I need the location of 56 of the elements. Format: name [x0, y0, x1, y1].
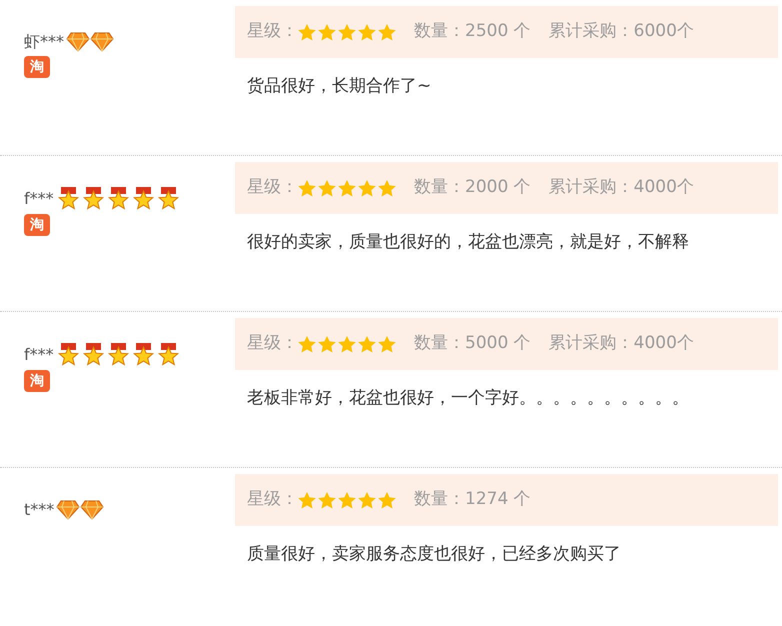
taobao-icon: 淘 — [24, 56, 50, 78]
star-icon — [338, 336, 356, 352]
buyer-name: t*** — [24, 499, 54, 521]
total-purchase-text: 累计采购：6000个 — [548, 20, 694, 44]
medal-icon — [80, 342, 106, 368]
buyer-name: 虾*** — [24, 31, 64, 53]
star-icon — [378, 24, 396, 40]
star-icon — [358, 336, 376, 352]
quantity-text: 数量：1274 个 — [414, 488, 531, 512]
review-comment: 货品很好，长期合作了~ — [246, 75, 432, 98]
review-comment: 质量很好，卖家服务态度也很好，已经多次购买了 — [246, 543, 622, 566]
medal-icon — [130, 342, 156, 368]
buyer-name: f*** — [24, 344, 54, 366]
buyer-name: f*** — [24, 188, 54, 210]
star-icon — [378, 336, 396, 352]
star-icon — [338, 180, 356, 196]
star-icon — [318, 492, 336, 508]
star-icon — [358, 24, 376, 40]
rating-label: 星级： — [247, 488, 298, 512]
total-purchase-text: 累计采购：4000个 — [548, 332, 694, 356]
rating-label: 星级： — [247, 20, 298, 44]
diamond-icon — [90, 32, 114, 52]
star-icon — [298, 180, 316, 196]
medal-icon — [156, 342, 181, 368]
total-purchase-text: 累计采购：4000个 — [548, 176, 694, 200]
star-icon — [318, 336, 336, 352]
medal-icon — [56, 342, 81, 368]
star-icon — [298, 24, 316, 40]
review-comment: 老板非常好，花盆也很好，一个字好。。。。。。。。。。 — [246, 387, 690, 410]
star-icon — [358, 180, 376, 196]
quantity-text: 数量：2000 个 — [414, 176, 531, 200]
star-icon — [338, 492, 356, 508]
diamond-icon — [66, 32, 90, 52]
star-icon — [378, 492, 396, 508]
star-icon — [298, 336, 316, 352]
quantity-text: 数量：5000 个 — [414, 332, 531, 356]
medal-icon — [56, 186, 81, 212]
star-icon — [298, 492, 316, 508]
medal-icon — [106, 186, 131, 212]
quantity-text: 数量：2500 个 — [414, 20, 531, 44]
medal-icon — [80, 186, 106, 212]
diamond-icon — [80, 500, 104, 520]
medal-icon — [106, 342, 131, 368]
star-icon — [338, 24, 356, 40]
taobao-icon: 淘 — [24, 214, 50, 236]
review-comment: 很好的卖家，质量也很好的，花盆也漂亮，就是好，不解释 — [246, 231, 690, 254]
star-icon — [358, 492, 376, 508]
star-icon — [318, 24, 336, 40]
medal-icon — [130, 186, 156, 212]
taobao-icon: 淘 — [24, 370, 50, 392]
rating-label: 星级： — [247, 176, 298, 200]
rating-label: 星级： — [247, 332, 298, 356]
star-icon — [318, 180, 336, 196]
diamond-icon — [56, 500, 80, 520]
medal-icon — [156, 186, 181, 212]
star-icon — [378, 180, 396, 196]
